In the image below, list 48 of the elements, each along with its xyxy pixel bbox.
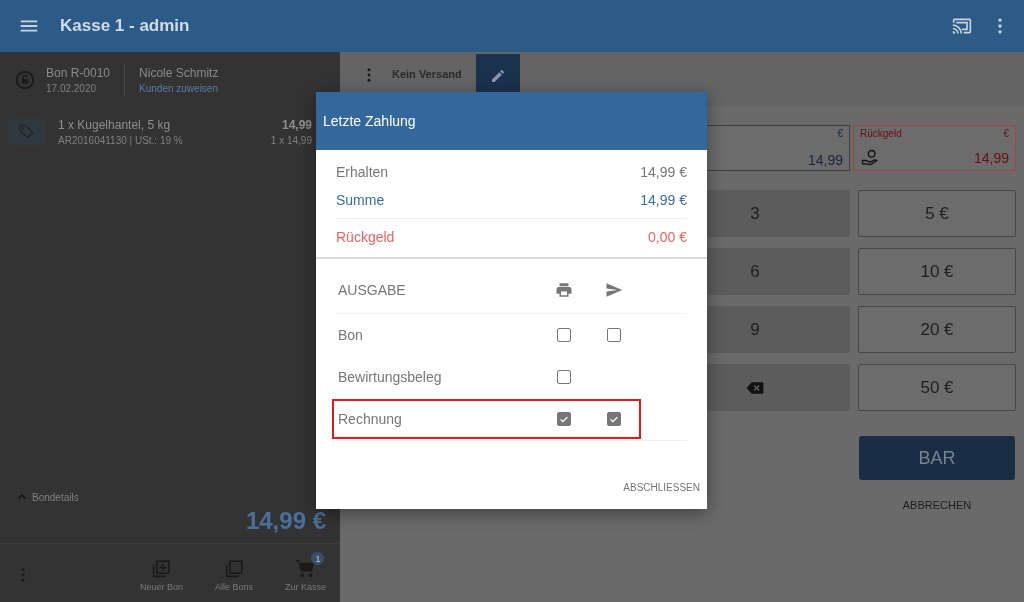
receipt-item[interactable]: 1 x Kugelhantel, 5 kg AR2016041130 | USt.: 19 % 14,99 1 x 14,99 <box>0 108 314 156</box>
cast-icon[interactable] <box>952 16 972 36</box>
print-checkbox[interactable] <box>557 412 571 426</box>
lock-icon <box>14 69 36 91</box>
summary-label: Summe <box>336 192 385 208</box>
checkout-button[interactable]: 1 Zur Kasse <box>279 552 332 594</box>
summary-label: Erhalten <box>336 164 389 180</box>
change-field[interactable]: Rückgeld € 14,99 <box>853 125 1016 171</box>
printer-icon <box>555 281 573 299</box>
cash-pay-button[interactable]: BAR <box>859 436 1015 480</box>
cash-amount-button[interactable]: 10 € <box>858 248 1016 295</box>
assign-customer-link[interactable]: Kunden zuweisen <box>139 83 219 94</box>
tag-icon <box>8 119 46 145</box>
send-icon <box>605 281 623 299</box>
item-price: 14,99 <box>281 118 312 132</box>
cash-amount-button[interactable]: 50 € <box>858 364 1016 411</box>
send-checkbox[interactable] <box>607 412 621 426</box>
cash-amount-button[interactable]: 20 € <box>858 306 1016 353</box>
print-checkbox[interactable] <box>557 328 571 342</box>
cash-amount-button[interactable]: 5 € <box>858 190 1016 237</box>
new-receipt-button[interactable]: Neuer Bon <box>133 552 189 594</box>
receipt-total: 14,99 € <box>244 506 327 536</box>
print-checkbox[interactable] <box>557 370 571 384</box>
dialog-title: Letzte Zahlung <box>323 113 416 129</box>
cart-icon <box>294 558 317 580</box>
pencil-icon <box>489 68 506 84</box>
all-receipts-button[interactable]: Alle Bons <box>208 552 259 594</box>
summary-label: Rückgeld <box>336 229 395 245</box>
shipping-label: Kein Versand <box>392 68 462 80</box>
item-details: AR2016041130 | USt.: 19 % <box>58 135 184 146</box>
output-label: Bon <box>338 327 364 343</box>
item-unit-price: 1 x 14,99 <box>270 135 312 146</box>
cancel-button[interactable]: ABBRECHEN <box>896 498 978 512</box>
receipt-number: Bon R-0010 <box>46 66 111 80</box>
item-name: 1 x Kugelhantel, 5 kg <box>58 118 172 132</box>
send-checkbox[interactable] <box>607 328 621 342</box>
receipt-date: 17.02.2020 <box>46 83 98 94</box>
hand-coin-icon <box>860 148 880 168</box>
output-heading: AUSGABE <box>338 282 407 298</box>
details-toggle-label: Bondetails <box>32 491 79 503</box>
details-toggle[interactable]: Bondetails <box>0 491 95 503</box>
output-label: Bewirtungsbeleg <box>338 369 443 385</box>
cart-count-badge: 1 <box>311 552 325 565</box>
customer-name: Nicole Schmitz <box>139 66 219 80</box>
finish-button[interactable]: ABSCHLIESSEN <box>623 482 700 493</box>
app-title: Kasse 1 - admin <box>60 16 190 36</box>
output-label: Rechnung <box>338 411 403 427</box>
add-stack-icon <box>150 558 173 580</box>
